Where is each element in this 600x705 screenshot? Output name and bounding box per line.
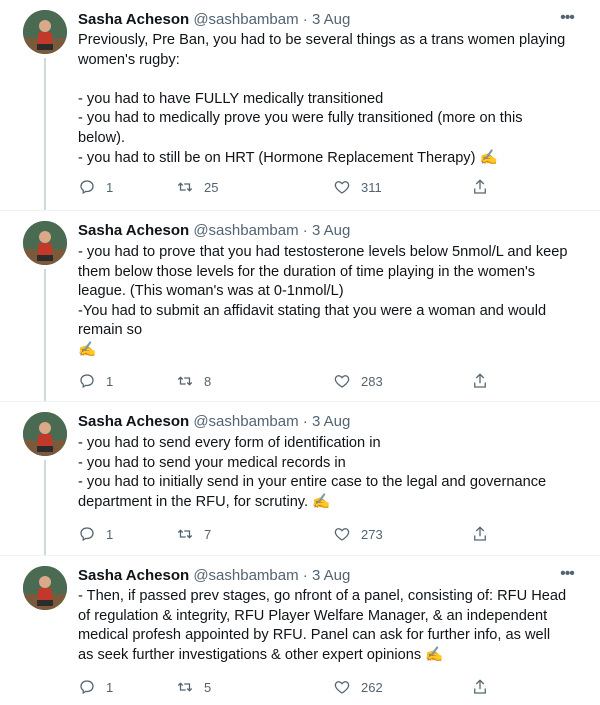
like-button[interactable]: 262: [333, 677, 383, 697]
tweet-text: - you had to send every form of identifi…: [78, 435, 547, 510]
like-button[interactable]: 283: [333, 371, 383, 391]
tweet[interactable]: Sasha Acheson @sashbambam · 3 Aug ••• Pr…: [0, 0, 600, 210]
retweet-button[interactable]: 8: [176, 371, 211, 391]
reply-count: 1: [106, 373, 114, 389]
author-handle[interactable]: @sashbambam: [193, 413, 298, 430]
retweet-count: 25: [204, 179, 219, 195]
like-count: 311: [361, 179, 382, 195]
reply-icon: [80, 180, 94, 195]
heart-icon: [334, 181, 350, 194]
like-button[interactable]: 311: [333, 177, 382, 197]
heart-icon: [334, 375, 350, 388]
reply-button[interactable]: 1: [78, 371, 113, 391]
reply-count: 1: [106, 179, 114, 195]
retweet-count: 7: [204, 526, 212, 542]
author-name[interactable]: Sasha Acheson: [78, 11, 189, 28]
author-name[interactable]: Sasha Acheson: [78, 567, 189, 584]
avatar[interactable]: [23, 566, 67, 610]
tweet-text: - you had to prove that you had testoste…: [78, 244, 568, 358]
tweet-header: Sasha Acheson @sashbambam · 3 Aug: [78, 412, 350, 432]
retweet-button[interactable]: 25: [176, 177, 218, 197]
heart-icon: [334, 528, 350, 541]
retweet-icon: [177, 529, 193, 539]
retweet-count: 8: [204, 373, 212, 389]
share-button[interactable]: [471, 677, 499, 697]
tweet-header: Sasha Acheson @sashbambam · 3 Aug: [78, 10, 350, 30]
heart-icon: [334, 681, 350, 694]
tweet[interactable]: Sasha Acheson @sashbambam · 3 Aug - you …: [0, 210, 600, 402]
tweet-date[interactable]: · 3 Aug: [303, 413, 351, 430]
author-handle[interactable]: @sashbambam: [193, 222, 298, 239]
tweet-date[interactable]: · 3 Aug: [303, 222, 351, 239]
tweet-header: Sasha Acheson @sashbambam · 3 Aug: [78, 566, 350, 586]
reply-icon: [80, 374, 94, 389]
more-options-icon[interactable]: •••: [558, 566, 576, 583]
like-count: 283: [361, 373, 383, 389]
tweet[interactable]: Sasha Acheson @sashbambam · 3 Aug ••• - …: [0, 555, 600, 705]
share-icon: [474, 526, 486, 541]
reply-button[interactable]: 1: [78, 677, 113, 697]
retweet-icon: [177, 182, 193, 192]
share-icon: [474, 179, 486, 194]
tweet-actions: 1 8 283: [78, 371, 518, 391]
thread-line: [44, 269, 46, 402]
avatar[interactable]: [23, 221, 67, 265]
author-name[interactable]: Sasha Acheson: [78, 222, 189, 239]
share-icon: [474, 373, 486, 388]
thread-line: [44, 58, 46, 210]
share-button[interactable]: [471, 524, 499, 544]
share-button[interactable]: [471, 371, 499, 391]
share-icon: [474, 679, 486, 694]
author-name[interactable]: Sasha Acheson: [78, 413, 189, 430]
like-button[interactable]: 273: [333, 524, 383, 544]
author-handle[interactable]: @sashbambam: [193, 11, 298, 28]
retweet-count: 5: [204, 679, 212, 695]
retweet-icon: [177, 376, 193, 386]
reply-icon: [80, 680, 94, 695]
avatar[interactable]: [23, 412, 67, 456]
more-options-icon[interactable]: •••: [558, 10, 576, 27]
thread-line: [44, 460, 46, 556]
reply-button[interactable]: 1: [78, 524, 113, 544]
avatar[interactable]: [23, 10, 67, 54]
like-count: 262: [361, 679, 383, 695]
tweet[interactable]: Sasha Acheson @sashbambam · 3 Aug - you …: [0, 401, 600, 556]
author-handle[interactable]: @sashbambam: [193, 567, 298, 584]
retweet-button[interactable]: 7: [176, 524, 211, 544]
tweet-text: Previously, Pre Ban, you had to be sever…: [78, 32, 566, 166]
tweet-date[interactable]: · 3 Aug: [303, 11, 351, 28]
tweet-text: - Then, if passed prev stages, go nfront…: [78, 588, 571, 663]
tweet-actions: 1 25 311: [78, 177, 518, 197]
like-count: 273: [361, 526, 383, 542]
tweet-header: Sasha Acheson @sashbambam · 3 Aug: [78, 221, 350, 241]
reply-icon: [80, 527, 94, 542]
retweet-icon: [177, 682, 193, 692]
tweet-date[interactable]: · 3 Aug: [303, 567, 351, 584]
share-button[interactable]: [471, 177, 499, 197]
reply-button[interactable]: 1: [78, 177, 113, 197]
retweet-button[interactable]: 5: [176, 677, 211, 697]
reply-count: 1: [106, 526, 114, 542]
tweet-actions: 1 5 262: [78, 677, 518, 697]
reply-count: 1: [106, 679, 114, 695]
tweet-actions: 1 7 273: [78, 524, 518, 544]
